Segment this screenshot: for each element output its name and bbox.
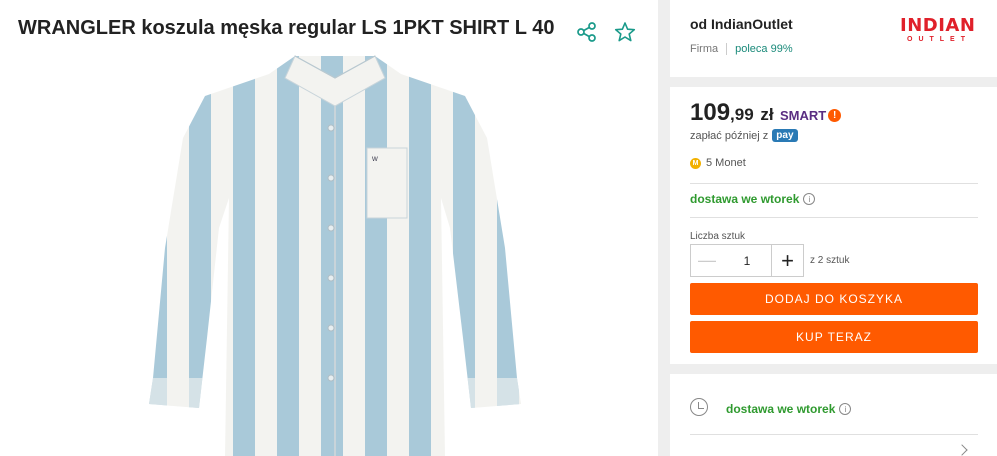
purchase-sidebar: od IndianOutlet Firma poleca 99% INDIAN … <box>670 0 997 456</box>
meta-divider <box>726 43 728 55</box>
delivery-label-secondary: dostawa we wtorek <box>726 402 836 416</box>
plus-icon[interactable]: + <box>771 245 803 276</box>
coin-icon: M <box>690 157 701 169</box>
product-main-panel: WRANGLER koszula męska regular LS 1PKT S… <box>0 0 658 456</box>
seller-name[interactable]: od IndianOutlet <box>690 16 793 32</box>
minus-icon[interactable]: — <box>691 245 723 276</box>
pay-later-label: zapłać później z <box>690 129 769 142</box>
smart-label: SMART <box>780 108 827 123</box>
price: 109,99 zł <box>690 99 774 127</box>
product-image[interactable]: w <box>145 48 525 456</box>
buy-now-button[interactable]: KUP TERAZ <box>690 321 978 353</box>
divider <box>690 217 978 218</box>
svg-text:w: w <box>371 154 378 163</box>
share-icon[interactable] <box>575 20 599 44</box>
info-icon[interactable]: i <box>803 193 816 205</box>
column-gutter <box>658 0 670 456</box>
smart-badge[interactable]: SMART ! <box>780 108 842 123</box>
coins-info: M 5 Monet <box>690 157 746 169</box>
price-currency: zł <box>760 105 774 124</box>
info-icon[interactable]: i <box>839 403 852 415</box>
seller-type: Firma <box>690 43 719 55</box>
pay-badge: pay <box>772 129 798 142</box>
logo-top: INDIAN <box>900 15 976 36</box>
delivery-label: dostawa we wtorek <box>690 192 800 206</box>
delivery-info[interactable]: dostawa we wtorek i <box>690 192 816 206</box>
title-actions <box>575 20 637 44</box>
divider <box>690 434 978 435</box>
quantity-stepper[interactable]: — 1 + <box>690 244 804 277</box>
quantity-available: z 2 sztuk <box>810 255 850 266</box>
seller-recommend[interactable]: poleca 99% <box>735 43 793 55</box>
seller-card: od IndianOutlet Firma poleca 99% INDIAN … <box>670 0 997 77</box>
price-main: 109 <box>690 99 731 126</box>
add-to-cart-button[interactable]: DODAJ DO KOSZYKA <box>690 283 978 315</box>
star-icon[interactable] <box>613 20 637 44</box>
delivery-info-secondary[interactable]: dostawa we wtorek i <box>726 402 852 416</box>
price-cents: ,99 <box>730 105 754 124</box>
star-icon-svg <box>614 22 636 42</box>
seller-logo[interactable]: INDIAN OUTLET <box>900 17 978 47</box>
logo-bottom: OUTLET <box>907 36 971 43</box>
price-card: 109,99 zł SMART ! zapłać później z pay M… <box>670 87 997 364</box>
smart-alert-icon: ! <box>828 109 842 122</box>
divider <box>690 183 978 184</box>
chevron-right-icon[interactable] <box>956 444 968 456</box>
share-icon-svg <box>577 22 596 42</box>
clock-icon <box>690 398 708 416</box>
coins-label: 5 Monet <box>706 157 746 169</box>
delivery-card: dostawa we wtorek i <box>670 374 997 456</box>
quantity-label: Liczba sztuk <box>690 231 746 242</box>
seller-meta: Firma poleca 99% <box>690 43 793 55</box>
product-title: WRANGLER koszula męska regular LS 1PKT S… <box>18 17 555 39</box>
quantity-value[interactable]: 1 <box>723 245 771 276</box>
pay-later[interactable]: zapłać później z pay <box>690 129 798 142</box>
